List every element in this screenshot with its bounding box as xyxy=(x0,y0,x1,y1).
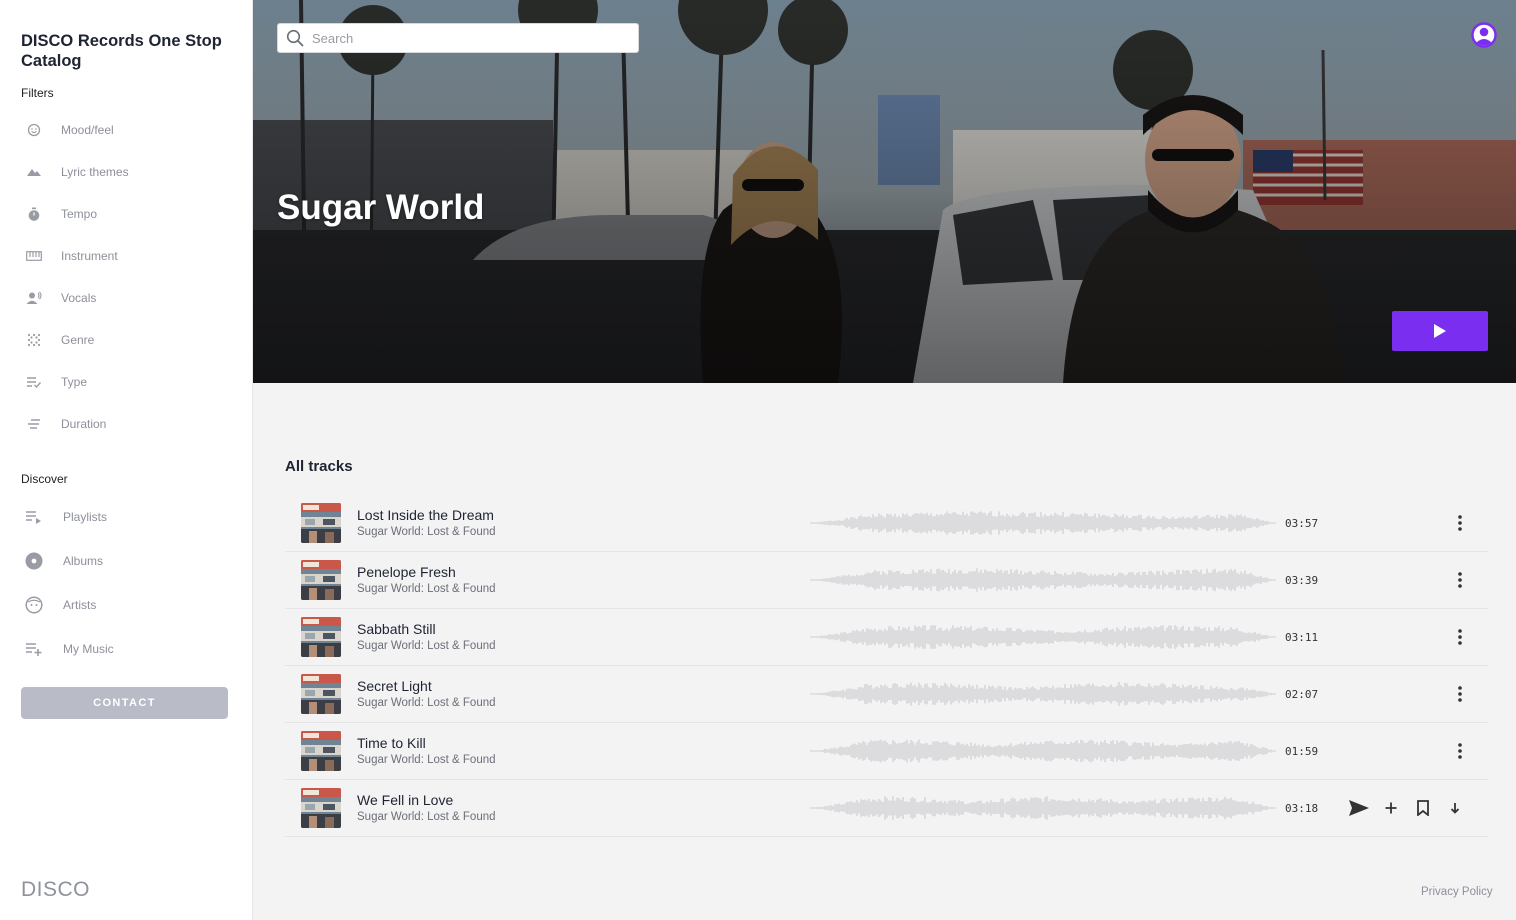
filter-tempo[interactable]: Tempo xyxy=(21,201,231,227)
waveform[interactable] xyxy=(810,678,1276,710)
filter-label: Genre xyxy=(61,333,95,347)
search-bar[interactable] xyxy=(277,23,639,53)
download-icon[interactable] xyxy=(1443,796,1467,820)
track-album[interactable]: Sugar World: Lost & Found xyxy=(357,640,496,652)
playlist-add-icon xyxy=(23,640,45,658)
album-cover[interactable] xyxy=(301,617,341,657)
waveform[interactable] xyxy=(810,621,1276,653)
filter-vocals[interactable]: Vocals xyxy=(21,285,231,311)
track-row[interactable]: Sabbath Still Sugar World: Lost & Found … xyxy=(285,609,1488,666)
filter-label: Tempo xyxy=(61,207,98,221)
track-row[interactable]: We Fell in Love Sugar World: Lost & Foun… xyxy=(285,780,1488,837)
waveform[interactable] xyxy=(810,792,1276,824)
filter-mood-feel[interactable]: Mood/feel xyxy=(21,117,231,143)
nav-label: Playlists xyxy=(63,510,108,524)
playlist-icon xyxy=(23,508,45,526)
filter-label: Duration xyxy=(61,417,107,431)
more-options-icon[interactable] xyxy=(1451,513,1469,533)
track-album[interactable]: Sugar World: Lost & Found xyxy=(357,754,496,766)
more-options-icon[interactable] xyxy=(1451,741,1469,761)
bookmark-icon[interactable] xyxy=(1411,796,1435,820)
filter-label: Lyric themes xyxy=(61,165,129,179)
waveform[interactable] xyxy=(810,735,1276,767)
filter-duration[interactable]: Duration xyxy=(21,411,231,437)
play-icon xyxy=(1433,323,1447,339)
track-list: Lost Inside the Dream Sugar World: Lost … xyxy=(285,495,1488,837)
album-disc-icon xyxy=(23,552,45,570)
track-duration: 03:39 xyxy=(1285,574,1319,587)
album-cover[interactable] xyxy=(301,731,341,771)
dots-grid-icon xyxy=(23,331,45,349)
hero-title: Sugar World xyxy=(277,188,485,227)
track-title[interactable]: Penelope Fresh xyxy=(357,564,456,580)
track-title[interactable]: Lost Inside the Dream xyxy=(357,507,494,523)
track-row[interactable]: Secret Light Sugar World: Lost & Found 0… xyxy=(285,666,1488,723)
album-cover[interactable] xyxy=(301,788,341,828)
mountains-icon xyxy=(23,163,45,181)
contact-button[interactable]: CONTACT xyxy=(21,687,228,719)
track-actions xyxy=(1347,796,1467,820)
track-album[interactable]: Sugar World: Lost & Found xyxy=(357,583,496,595)
track-album[interactable]: Sugar World: Lost & Found xyxy=(357,697,496,709)
privacy-policy-link[interactable]: Privacy Policy xyxy=(1421,886,1493,898)
filter-label: Instrument xyxy=(61,249,118,263)
track-duration: 03:18 xyxy=(1285,802,1319,815)
filter-genre[interactable]: Genre xyxy=(21,327,231,353)
nav-label: My Music xyxy=(63,642,114,656)
track-row[interactable]: Lost Inside the Dream Sugar World: Lost … xyxy=(285,495,1488,552)
search-input[interactable] xyxy=(312,30,612,46)
track-title[interactable]: Time to Kill xyxy=(357,735,426,751)
search-icon xyxy=(286,29,304,47)
album-cover[interactable] xyxy=(301,560,341,600)
track-duration: 03:57 xyxy=(1285,517,1319,530)
sidebar: DISCO Records One Stop Catalog Filters M… xyxy=(0,0,253,920)
keyboard-icon xyxy=(23,247,45,265)
album-cover[interactable] xyxy=(301,503,341,543)
nav-label: Albums xyxy=(63,554,104,568)
track-album[interactable]: Sugar World: Lost & Found xyxy=(357,526,496,538)
more-options-icon[interactable] xyxy=(1451,627,1469,647)
waveform[interactable] xyxy=(810,507,1276,539)
list-check-icon xyxy=(23,373,45,391)
all-tracks-heading: All tracks xyxy=(285,458,353,475)
filter-label: Mood/feel xyxy=(61,123,114,137)
share-send-icon[interactable] xyxy=(1347,796,1371,820)
play-all-button[interactable] xyxy=(1392,311,1488,351)
add-icon[interactable] xyxy=(1379,796,1403,820)
album-cover[interactable] xyxy=(301,674,341,714)
filter-lyric-themes[interactable]: Lyric themes xyxy=(21,159,231,185)
catalog-title: DISCO Records One Stop Catalog xyxy=(21,32,222,70)
track-duration: 01:59 xyxy=(1285,745,1319,758)
filter-label: Type xyxy=(61,375,88,389)
smiley-icon xyxy=(23,121,45,139)
nav-playlists[interactable]: Playlists xyxy=(21,504,231,530)
nav-albums[interactable]: Albums xyxy=(21,548,231,574)
more-options-icon[interactable] xyxy=(1451,570,1469,590)
disco-logo: DISCO xyxy=(21,878,91,901)
track-title[interactable]: Sabbath Still xyxy=(357,621,436,637)
nav-label: Artists xyxy=(63,598,97,612)
filter-label: Vocals xyxy=(61,291,97,305)
filter-type[interactable]: Type xyxy=(21,369,231,395)
waveform[interactable] xyxy=(810,564,1276,596)
hero-banner: Sugar World xyxy=(253,0,1516,383)
track-row[interactable]: Penelope Fresh Sugar World: Lost & Found… xyxy=(285,552,1488,609)
singer-icon xyxy=(23,289,45,307)
discover-heading: Discover xyxy=(21,472,68,486)
lines-icon xyxy=(23,415,45,433)
nav-my-music[interactable]: My Music xyxy=(21,636,231,662)
filters-heading: Filters xyxy=(21,86,54,100)
more-options-icon[interactable] xyxy=(1451,684,1469,704)
track-title[interactable]: We Fell in Love xyxy=(357,792,453,808)
filter-instrument[interactable]: Instrument xyxy=(21,243,231,269)
track-duration: 02:07 xyxy=(1285,688,1319,701)
track-duration: 03:11 xyxy=(1285,631,1319,644)
track-row[interactable]: Time to Kill Sugar World: Lost & Found 0… xyxy=(285,723,1488,780)
nav-artists[interactable]: Artists xyxy=(21,592,231,618)
face-icon xyxy=(23,596,45,614)
user-avatar-icon[interactable] xyxy=(1471,22,1497,48)
track-title[interactable]: Secret Light xyxy=(357,678,432,694)
track-album[interactable]: Sugar World: Lost & Found xyxy=(357,811,496,823)
stopwatch-icon xyxy=(23,205,45,223)
